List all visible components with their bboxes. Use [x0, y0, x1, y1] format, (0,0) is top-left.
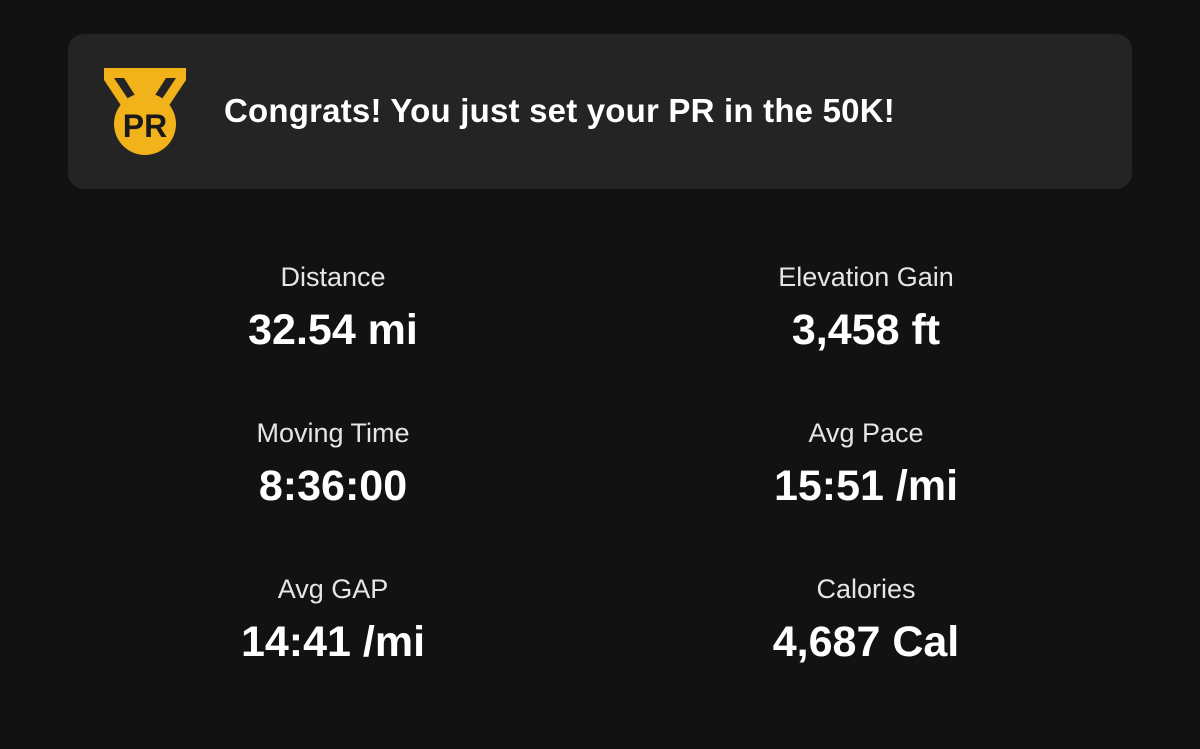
- stat-label: Elevation Gain: [778, 262, 954, 292]
- stat-label: Calories: [816, 574, 916, 604]
- stat-value: 15:51 /mi: [773, 462, 959, 510]
- stat-label: Avg Pace: [808, 418, 924, 448]
- stat-avg-pace: Avg Pace 15:51 /mi: [656, 417, 1076, 509]
- pr-banner-message: Congrats! You just set your PR in the 50…: [224, 92, 895, 129]
- stat-calories: Calories 4,687 Cal: [656, 573, 1076, 665]
- stat-moving-time: Moving Time 8:36:00: [123, 417, 543, 509]
- pr-medal-icon: PR: [104, 68, 186, 155]
- stat-value: 3,458 ft: [791, 306, 941, 354]
- pr-banner: PR Congrats! You just set your PR in the…: [68, 34, 1132, 189]
- stat-label: Moving Time: [256, 418, 410, 448]
- medal-pr-text: PR: [123, 108, 167, 144]
- stat-value: 14:41 /mi: [240, 618, 426, 666]
- stat-avg-gap: Avg GAP 14:41 /mi: [123, 573, 543, 665]
- stat-value: 4,687 Cal: [772, 618, 960, 666]
- stat-value: 32.54 mi: [248, 306, 418, 354]
- stat-value: 8:36:00: [258, 462, 408, 510]
- stat-elevation-gain: Elevation Gain 3,458 ft: [656, 261, 1076, 353]
- stat-distance: Distance 32.54 mi: [123, 261, 543, 353]
- stat-label: Avg GAP: [277, 574, 389, 604]
- stat-label: Distance: [280, 262, 386, 292]
